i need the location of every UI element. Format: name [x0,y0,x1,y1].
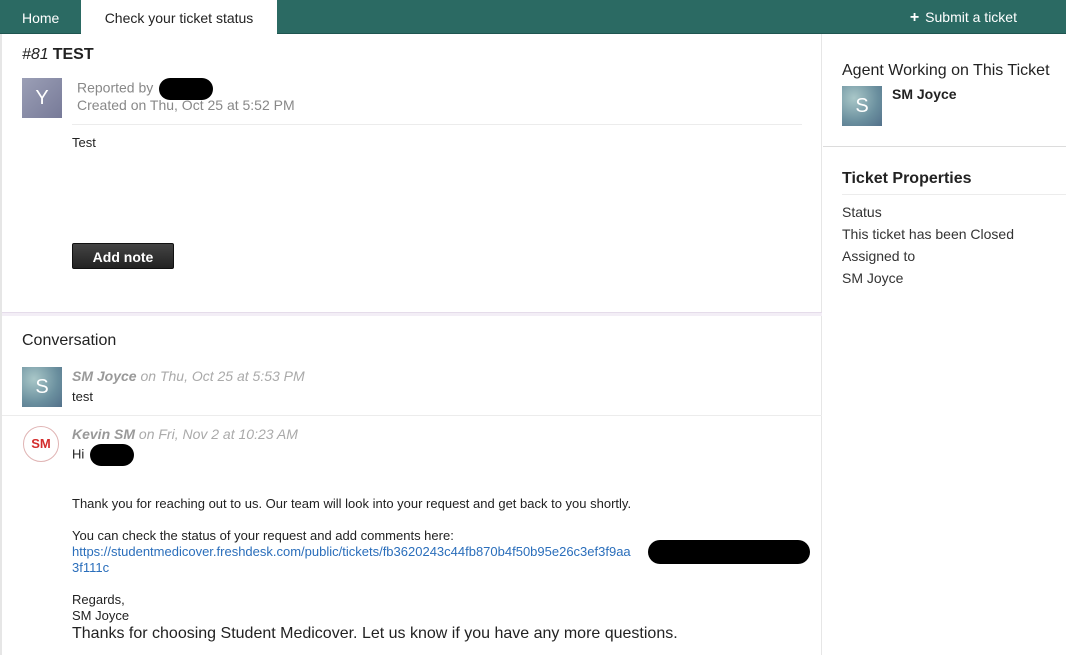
ticket-link-continued[interactable]: 3f111c [72,560,109,575]
message-body: test [72,389,93,404]
sm-logo-avatar: SM [23,426,59,462]
ticket-description: Test [72,135,96,150]
ticket-properties-heading: Ticket Properties [842,170,972,187]
message-signature: SM Joyce [72,608,130,623]
sidebar-divider [823,146,1066,147]
status-label: Status [842,204,882,220]
divider [72,124,802,125]
message-header: SM Joyce on Thu, Oct 25 at 5:53 PM [72,368,305,384]
message-regards: Regards, [72,592,125,607]
submit-ticket-label: Submit a ticket [925,9,1017,25]
assigned-to-value: SM Joyce [842,270,904,286]
reporter-avatar: Y [22,78,62,118]
top-nav: Home Check your ticket status + Submit a … [0,0,1066,35]
status-value: This ticket has been Closed [842,226,1014,242]
conversation-title: Conversation [22,332,117,349]
message-time: on Thu, Oct 25 at 5:53 PM [136,368,305,384]
created-date: Created on Thu, Oct 25 at 5:52 PM [77,97,295,113]
ticket-subject: TEST [52,46,94,63]
message-line: You can check the status of your request… [72,528,454,543]
tab-check-ticket-status[interactable]: Check your ticket status [81,0,277,35]
message-header: Kevin SM on Fri, Nov 2 at 10:23 AM [72,426,298,442]
add-note-button[interactable]: Add note [72,243,174,269]
message-line: Thank you for reaching out to us. Our te… [72,496,632,511]
ticket-link[interactable]: https://studentmedicover.freshdesk.com/p… [72,544,631,559]
message-divider [2,415,822,416]
agent-heading: Agent Working on This Ticket [842,62,1050,79]
agent-avatar: S [842,86,882,126]
ticket-sidebar: Agent Working on This Ticket S SM Joyce … [823,34,1066,655]
ticket-number: #81 [22,46,49,63]
tab-home[interactable]: Home [22,0,59,34]
message-closing: Thanks for choosing Student Medicover. L… [72,625,678,642]
message-author: Kevin SM [72,426,136,442]
submit-ticket-button[interactable]: + Submit a ticket [910,0,1017,34]
plus-icon: + [909,9,920,26]
greeting-text: Hi [72,446,85,462]
redacted-link-part [648,540,810,564]
message-author: SM Joyce [72,368,137,384]
agent-name: SM Joyce [892,86,957,102]
section-separator [2,312,822,316]
message-time: on Fri, Nov 2 at 10:23 AM [135,426,298,442]
ticket-main: #81 TEST Y Reported by Created on Thu, Oc… [0,34,822,655]
message-greeting: Hi [72,444,134,466]
reported-by-label: Reported by [77,79,154,96]
assigned-to-label: Assigned to [842,248,916,264]
ticket-title: #81 TEST [22,46,94,64]
redacted-name [89,444,134,466]
properties-divider [842,194,1066,195]
agent-avatar: S [22,367,62,407]
